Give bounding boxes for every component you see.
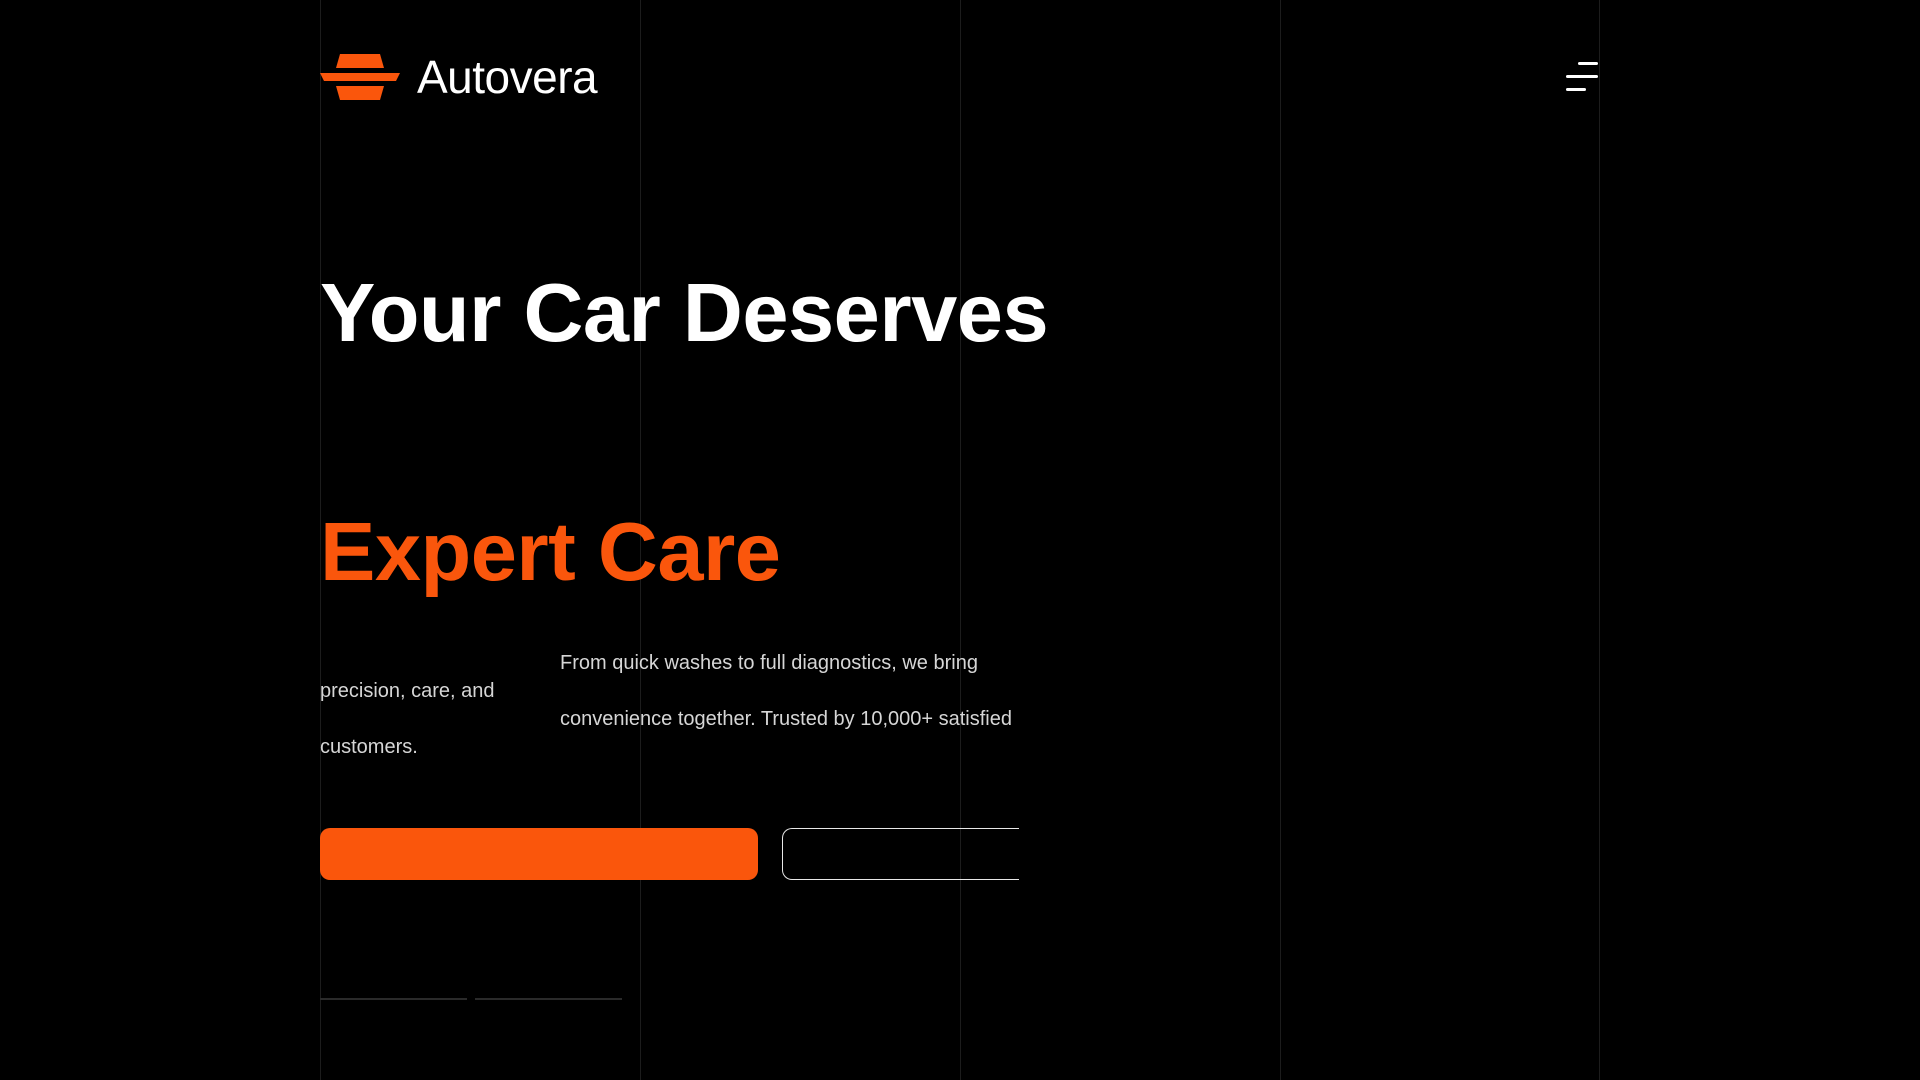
stat-divider	[475, 998, 622, 1000]
autovera-logo-icon	[320, 54, 400, 100]
hero-description: From quick washes to full diagnostics, w…	[320, 650, 1020, 770]
hero-description-line: From quick washes to full diagnostics, w…	[560, 652, 978, 674]
hero-description-line: customers.	[320, 736, 418, 758]
hero-title-line-2: Expert Care	[320, 505, 781, 598]
grid-line	[960, 0, 961, 1080]
hero-title-line-1: Your Car Deserves	[320, 266, 1049, 359]
grid-line	[1599, 0, 1600, 1080]
brand-logo-link[interactable]: Autovera	[320, 51, 598, 103]
hero-description-line: precision, care, and	[320, 680, 495, 702]
menu-icon	[1566, 62, 1598, 91]
menu-button[interactable]	[1564, 60, 1600, 94]
site-header: Autovera	[320, 52, 1600, 102]
secondary-cta-button[interactable]	[782, 828, 1019, 880]
grid-line	[1280, 0, 1281, 1080]
hero-description-line: convenience together. Trusted by 10,000+…	[560, 708, 1012, 730]
primary-cta-button[interactable]	[320, 828, 758, 880]
stat-divider	[320, 998, 467, 1000]
brand-name: Autovera	[417, 51, 598, 103]
